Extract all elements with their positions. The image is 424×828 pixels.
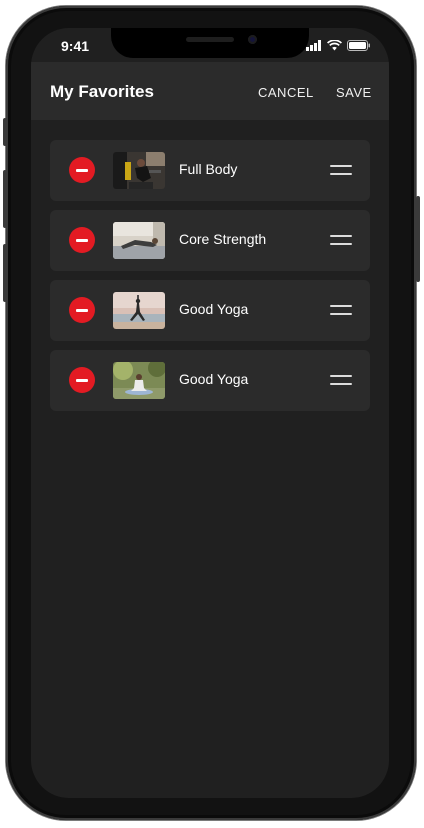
- thumbnail-full-body: [113, 152, 165, 189]
- side-button-mute: [3, 118, 7, 146]
- remove-icon[interactable]: [69, 227, 95, 253]
- drag-handle-icon[interactable]: [330, 234, 352, 247]
- list-item-label: Good Yoga: [179, 371, 249, 387]
- side-button-power: [416, 196, 420, 282]
- signal-icon: [306, 40, 321, 51]
- list-item-label: Core Strength: [179, 231, 267, 247]
- status-time: 9:41: [61, 38, 90, 54]
- screen: 9:41 My Favorites CANCEL SAVE Full Body …: [31, 28, 389, 798]
- wifi-icon: [327, 40, 342, 51]
- remove-icon[interactable]: [69, 367, 95, 393]
- front-camera: [248, 35, 257, 44]
- list-item-label: Full Body: [179, 161, 238, 177]
- list-item[interactable]: Good Yoga: [50, 280, 370, 341]
- favorites-list: Full Body Core Strength Good Yoga Good Y…: [50, 140, 370, 420]
- list-item[interactable]: Good Yoga: [50, 350, 370, 411]
- thumbnail-outdoor-yoga: [113, 362, 165, 399]
- drag-handle-icon[interactable]: [330, 164, 352, 177]
- drag-handle-icon[interactable]: [330, 374, 352, 387]
- thumbnail-core-strength: [113, 222, 165, 259]
- list-item[interactable]: Full Body: [50, 140, 370, 201]
- thumbnail-beach-yoga: [113, 292, 165, 329]
- remove-icon[interactable]: [69, 157, 95, 183]
- page-title: My Favorites: [50, 82, 154, 101]
- notch: [111, 28, 309, 58]
- side-button-volume-down: [3, 244, 7, 302]
- remove-icon[interactable]: [69, 297, 95, 323]
- cancel-button[interactable]: CANCEL: [258, 85, 314, 100]
- list-item[interactable]: Core Strength: [50, 210, 370, 271]
- drag-handle-icon[interactable]: [330, 304, 352, 317]
- list-item-label: Good Yoga: [179, 301, 249, 317]
- save-button[interactable]: SAVE: [336, 85, 372, 100]
- battery-icon: [347, 40, 370, 51]
- header: My Favorites CANCEL SAVE: [31, 62, 389, 120]
- speaker: [186, 37, 234, 42]
- status-icons: [306, 40, 371, 51]
- side-button-volume-up: [3, 170, 7, 228]
